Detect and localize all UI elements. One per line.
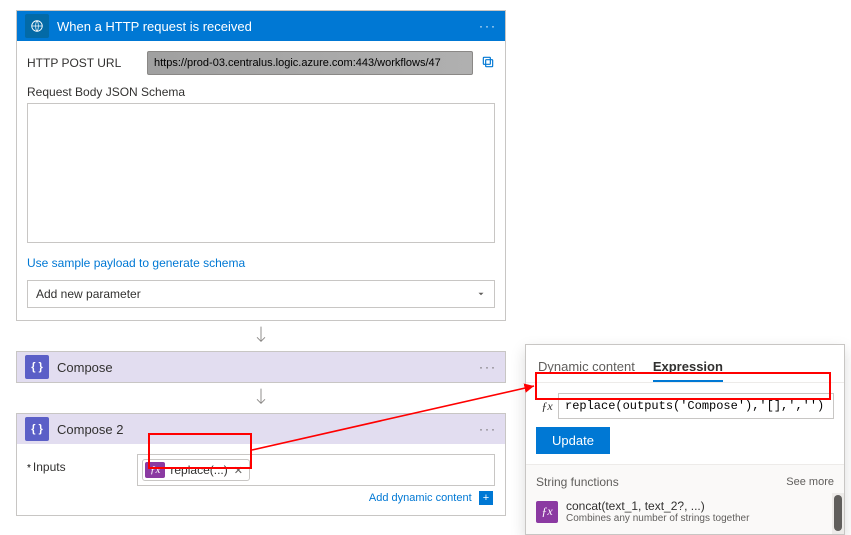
fn-section-title: String functions	[536, 475, 619, 489]
remove-token-icon[interactable]: ✕	[234, 464, 243, 477]
expression-editor-panel: Dynamic content Expression ƒx Update Str…	[525, 344, 845, 535]
post-url-field[interactable]: https://prod-03.centralus.logic.azure.co…	[147, 51, 473, 75]
tab-expression[interactable]: Expression	[653, 353, 723, 382]
sample-payload-link[interactable]: Use sample payload to generate schema	[27, 256, 245, 270]
expression-token-text: replace(...)	[170, 463, 227, 477]
popout-scrollbar[interactable]	[832, 493, 844, 534]
compose-title: Compose	[57, 360, 479, 375]
flow-arrow	[16, 321, 506, 351]
chevron-down-icon	[476, 289, 486, 299]
compose2-header[interactable]: { } Compose 2 ···	[17, 414, 505, 444]
add-dynamic-content-plus-icon[interactable]: +	[479, 491, 493, 505]
copy-url-icon[interactable]	[481, 55, 495, 72]
inputs-field[interactable]: ƒx replace(...) ✕	[137, 454, 495, 486]
compose-card[interactable]: { } Compose ···	[16, 351, 506, 383]
compose2-title: Compose 2	[57, 422, 479, 437]
add-parameter-label: Add new parameter	[36, 287, 141, 301]
trigger-body: HTTP POST URL https://prod-03.centralus.…	[17, 41, 505, 320]
tab-dynamic-content[interactable]: Dynamic content	[538, 353, 635, 382]
compose2-icon: { }	[25, 417, 49, 441]
scrollbar-thumb[interactable]	[834, 495, 842, 531]
fn-concat-row[interactable]: ƒx concat(text_1, text_2?, ...) Combines…	[526, 493, 832, 534]
post-url-label: HTTP POST URL	[27, 56, 147, 70]
trigger-title: When a HTTP request is received	[57, 19, 479, 34]
http-trigger-icon	[25, 14, 49, 38]
add-parameter-dropdown[interactable]: Add new parameter	[27, 280, 495, 308]
schema-label: Request Body JSON Schema	[27, 85, 495, 99]
trigger-header[interactable]: When a HTTP request is received ···	[17, 11, 505, 41]
compose-menu-button[interactable]: ···	[479, 360, 497, 374]
expression-token[interactable]: ƒx replace(...) ✕	[142, 459, 250, 481]
flow-arrow-2	[16, 383, 506, 413]
schema-textarea[interactable]	[27, 103, 495, 243]
expression-input[interactable]	[558, 393, 834, 419]
add-dynamic-content-link[interactable]: Add dynamic content	[369, 492, 472, 504]
compose2-card: { } Compose 2 ··· Inputs ƒx replace(...)…	[16, 413, 506, 516]
see-more-link[interactable]: See more	[786, 476, 834, 488]
compose-icon: { }	[25, 355, 49, 379]
fx-label-icon: ƒx	[536, 399, 558, 414]
trigger-card: When a HTTP request is received ··· HTTP…	[16, 10, 506, 321]
fn-signature: concat(text_1, text_2?, ...)	[566, 499, 749, 513]
update-button[interactable]: Update	[536, 427, 610, 454]
fn-fx-icon: ƒx	[536, 501, 558, 523]
inputs-label: Inputs	[27, 454, 137, 474]
fx-icon: ƒx	[145, 462, 165, 478]
trigger-menu-button[interactable]: ···	[479, 19, 497, 33]
compose2-menu-button[interactable]: ···	[479, 422, 497, 436]
